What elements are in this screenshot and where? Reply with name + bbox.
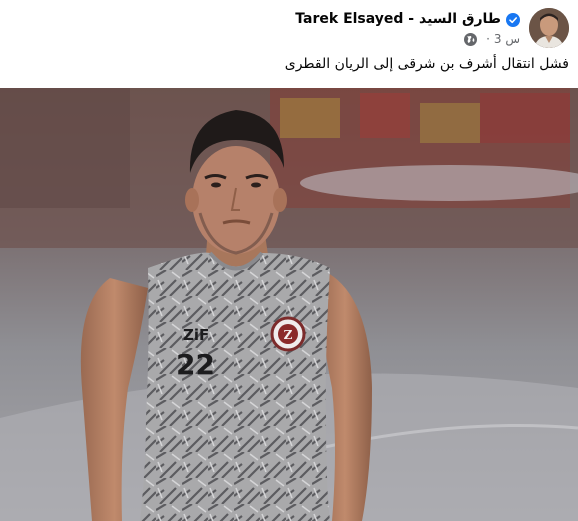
author-avatar[interactable] <box>529 8 569 48</box>
club-badge-icon: Z <box>270 316 306 352</box>
verified-badge-icon <box>506 12 520 27</box>
globe-icon[interactable] <box>464 32 478 46</box>
post-timestamp[interactable]: 3 س <box>494 32 520 46</box>
jersey-number: 22 <box>176 348 215 381</box>
post-header: Tarek Elsayed - طارق السيد · 3 س فشل انت… <box>0 0 578 88</box>
author-name[interactable]: Tarek Elsayed - طارق السيد <box>295 11 501 27</box>
club-badge-letter: Z <box>284 328 293 342</box>
post-meta: · 3 س <box>464 31 520 47</box>
meta-separator: · <box>486 32 490 46</box>
jersey-initials: ZiF <box>183 326 209 344</box>
post-photo[interactable]: ZiF 22 Z <box>0 88 578 521</box>
player-photo: ZiF 22 Z <box>0 88 578 521</box>
avatar-image <box>529 8 569 48</box>
author-line: Tarek Elsayed - طارق السيد <box>295 9 520 29</box>
post-text: فشل انتقال أشرف بن شرقى إلى الريان القطر… <box>284 56 569 72</box>
